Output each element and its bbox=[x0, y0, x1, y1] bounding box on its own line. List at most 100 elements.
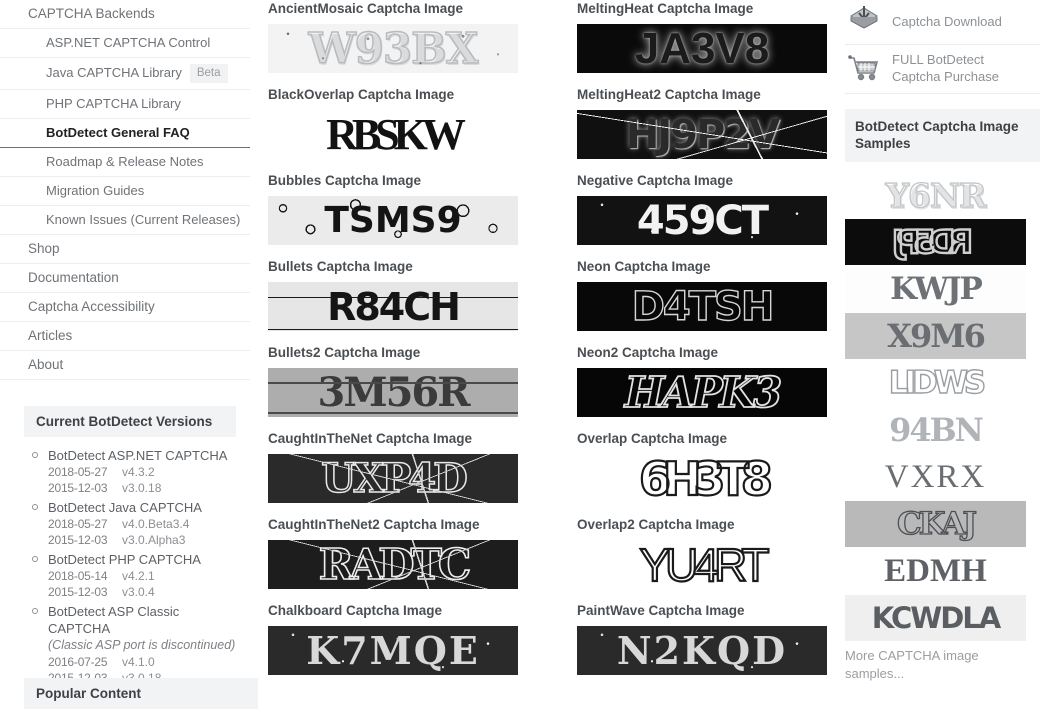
captcha-code: RADTC bbox=[318, 540, 472, 589]
sample-captcha-code: Y6NR bbox=[885, 175, 987, 215]
sidebar-item-java-captcha-library[interactable]: Java CAPTCHA Library Beta bbox=[0, 58, 250, 90]
captcha-image[interactable]: RADTC bbox=[268, 540, 518, 589]
release-version: v3.0.18 bbox=[122, 481, 162, 495]
sample-captcha-image[interactable]: RD5PJ bbox=[845, 219, 1026, 265]
sidebar-item-migration-guides[interactable]: Migration Guides bbox=[0, 177, 250, 206]
sample-captcha-image[interactable]: VXRX bbox=[845, 454, 1026, 500]
sample-captcha-code: EDMH bbox=[884, 552, 987, 589]
captcha-image[interactable]: TSMS9 bbox=[268, 196, 518, 245]
captcha-purchase-link[interactable]: FULL BotDetect Captcha Purchase bbox=[845, 45, 1040, 94]
captcha-image[interactable]: 459CT bbox=[577, 196, 827, 245]
sidebar-item-asp-net-captcha-control[interactable]: ASP.NET CAPTCHA Control bbox=[0, 29, 250, 58]
captcha-block: Bullets2 Captcha Image 3M56R bbox=[268, 344, 528, 417]
sidebar-item-label[interactable]: Known Issues (Current Releases) bbox=[0, 206, 250, 234]
sidebar-item-label[interactable]: Migration Guides bbox=[0, 177, 250, 205]
captcha-image[interactable]: K7MQE bbox=[268, 626, 518, 675]
release-date: 2018-05-14 bbox=[48, 569, 108, 583]
captcha-code: K7MQE bbox=[306, 627, 480, 673]
captcha-image[interactable]: RBSKW bbox=[268, 110, 518, 159]
sample-captcha-image[interactable]: KCWDLA bbox=[845, 595, 1026, 641]
bullet-icon bbox=[32, 452, 38, 458]
sidebar-item-roadmap-release-notes[interactable]: Roadmap & Release Notes bbox=[0, 148, 250, 177]
captcha-title: Overlap2 Captcha Image bbox=[577, 517, 735, 532]
sidebar-item-php-captcha-library[interactable]: PHP CAPTCHA Library bbox=[0, 90, 250, 119]
captcha-code: 459CT bbox=[636, 197, 769, 244]
release-date: 2015-12-03 bbox=[48, 481, 108, 495]
captcha-image[interactable]: YU4RT bbox=[577, 540, 827, 589]
right-sidebar: Captcha Download FULL BotDetect Captcha … bbox=[845, 0, 1040, 702]
captcha-image[interactable]: 6H3T8 bbox=[577, 454, 827, 503]
captcha-block: Chalkboard Captcha Image K7MQE bbox=[268, 602, 528, 675]
download-icon bbox=[847, 6, 881, 36]
more-samples-link[interactable]: More CAPTCHA image samples... bbox=[845, 647, 1040, 683]
sidebar-item-shop[interactable]: Shop bbox=[0, 235, 250, 264]
captcha-image[interactable]: W93BX bbox=[268, 24, 518, 73]
sidebar-item-label[interactable]: Captcha Accessibility bbox=[0, 293, 250, 321]
release-date: 2018-05-27 bbox=[48, 517, 108, 531]
captcha-code: UXP4D bbox=[320, 454, 468, 502]
captcha-image[interactable]: R84CH bbox=[268, 282, 518, 331]
sidebar-item-label[interactable]: ASP.NET CAPTCHA Control bbox=[0, 29, 250, 57]
version-entry: BotDetect ASP Classic CAPTCHA (Classic AS… bbox=[24, 603, 236, 688]
sample-captcha-image[interactable]: Y6NR bbox=[845, 172, 1026, 218]
sidebar-item-label[interactable]: CAPTCHA Backends bbox=[0, 0, 250, 28]
release-version: v4.2.1 bbox=[122, 569, 155, 583]
captcha-title: CaughtInTheNet2 Captcha Image bbox=[268, 517, 480, 532]
captcha-download-link[interactable]: Captcha Download bbox=[845, 0, 1040, 45]
popular-content-heading: Popular Content bbox=[24, 678, 258, 709]
captcha-image[interactable]: N2KQD bbox=[577, 626, 827, 675]
sample-captcha-code: LIDWS bbox=[888, 364, 987, 401]
sample-captcha-image[interactable]: X9M6 bbox=[845, 313, 1026, 359]
captcha-title: Negative Captcha Image bbox=[577, 173, 734, 188]
sidebar-item-label[interactable]: Documentation bbox=[0, 264, 250, 292]
captcha-column-2: MeltingHeat Captcha Image JA3V8 MeltingHea… bbox=[577, 0, 837, 688]
sidebar-item-label[interactable]: Roadmap & Release Notes bbox=[0, 148, 250, 176]
sidebar-item-captcha-backends[interactable]: CAPTCHA Backends bbox=[0, 0, 250, 29]
sample-captcha-code: KWJP bbox=[890, 270, 983, 307]
captcha-download-label: Captcha Download bbox=[892, 13, 1002, 29]
sidebar-item-captcha-accessibility[interactable]: Captcha Accessibility bbox=[0, 293, 250, 322]
sample-captcha-image[interactable]: EDMH bbox=[845, 548, 1026, 594]
captcha-image[interactable]: JA3V8 bbox=[577, 24, 827, 73]
sidebar-item-label[interactable]: PHP CAPTCHA Library bbox=[0, 90, 250, 118]
sidebar-item-articles[interactable]: Articles bbox=[0, 322, 250, 351]
sidebar-item-about[interactable]: About bbox=[0, 351, 250, 380]
sidebar-item-botdetect-general-faq[interactable]: BotDetect General FAQ bbox=[0, 119, 250, 148]
sidebar-item-label[interactable]: Java CAPTCHA Library Beta bbox=[0, 58, 250, 89]
sidebar-item-label[interactable]: Shop bbox=[0, 235, 250, 263]
captcha-image[interactable]: D4TSH bbox=[577, 282, 827, 331]
captcha-title: MeltingHeat2 Captcha Image bbox=[577, 87, 761, 102]
captcha-title: Neon2 Captcha Image bbox=[577, 345, 719, 360]
sample-captcha-image[interactable]: LIDWS bbox=[845, 360, 1026, 406]
release-date: 2015-12-03 bbox=[48, 585, 108, 599]
captcha-image[interactable]: UXP4D bbox=[268, 454, 518, 503]
captcha-image[interactable]: 3M56R bbox=[268, 368, 518, 417]
version-release-row: 2015-12-03 v3.0.4 bbox=[48, 584, 236, 600]
captcha-title: Chalkboard Captcha Image bbox=[268, 603, 443, 618]
sample-captcha-image[interactable]: 94BN bbox=[845, 407, 1026, 453]
sample-captcha-image[interactable]: CKAJ bbox=[845, 501, 1026, 547]
captcha-block: Neon2 Captcha Image HAPK3 bbox=[577, 344, 837, 417]
captcha-title: Bullets Captcha Image bbox=[268, 259, 413, 274]
captcha-code: W93BX bbox=[308, 24, 479, 73]
sidebar-item-label[interactable]: BotDetect General FAQ bbox=[0, 119, 250, 147]
captcha-code: HAPK3 bbox=[624, 368, 783, 417]
sidebar-item-known-issues-current-releases[interactable]: Known Issues (Current Releases) bbox=[0, 206, 250, 235]
sidebar-item-label[interactable]: About bbox=[0, 351, 250, 379]
release-version: v3.0.Alpha3 bbox=[122, 533, 186, 547]
version-release-row: 2016-07-25 v4.1.0 bbox=[48, 654, 236, 670]
captcha-block: Bubbles Captcha Image TSMS9 bbox=[268, 172, 528, 245]
sidebar-item-label[interactable]: Articles bbox=[0, 322, 250, 350]
version-note: (Classic ASP port is discontinued) bbox=[48, 638, 236, 652]
version-release-row: 2015-12-03 v3.0.Alpha3 bbox=[48, 532, 236, 548]
captcha-title: Overlap Captcha Image bbox=[577, 431, 728, 446]
sample-captcha-image[interactable]: KWJP bbox=[845, 266, 1026, 312]
captcha-code: TSMS9 bbox=[324, 199, 462, 241]
image-samples-heading: BotDetect Captcha Image Samples bbox=[845, 109, 1040, 162]
captcha-image[interactable]: HAPK3 bbox=[577, 368, 827, 417]
version-release-row: 2018-05-27 v4.3.2 bbox=[48, 464, 236, 480]
captcha-image[interactable]: HJ9P2V bbox=[577, 110, 827, 159]
sidebar-item-documentation[interactable]: Documentation bbox=[0, 264, 250, 293]
captcha-code: HJ9P2V bbox=[625, 111, 780, 158]
left-sidebar: CAPTCHA Backends ASP.NET CAPTCHA Control J… bbox=[0, 0, 258, 709]
